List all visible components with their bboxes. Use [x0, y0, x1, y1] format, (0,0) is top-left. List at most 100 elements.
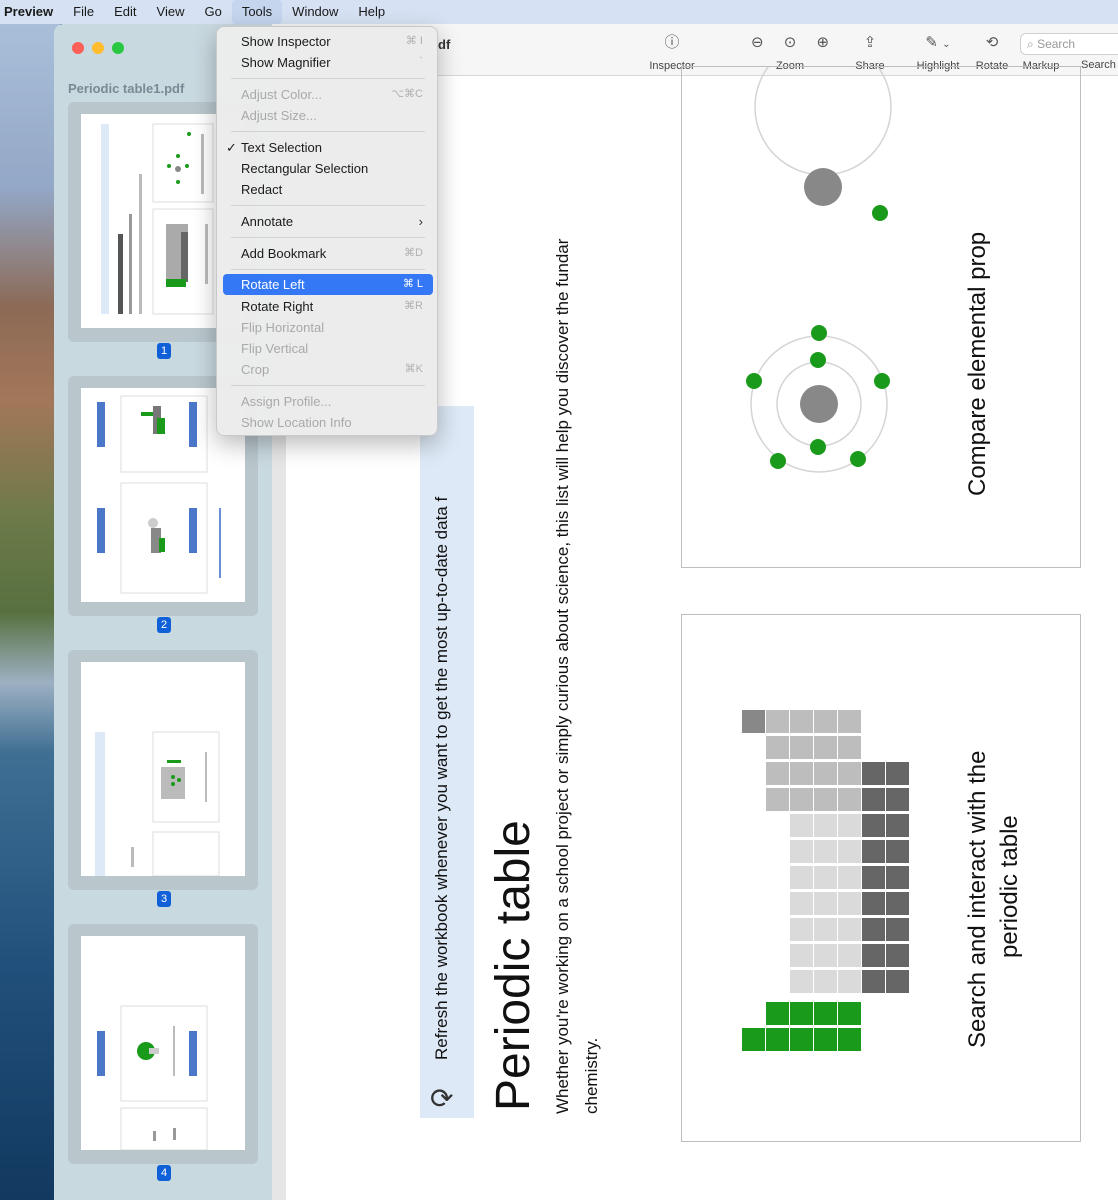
page-intro-line-2: chemistry.: [582, 1037, 601, 1114]
rotate-left-label: Rotate Left: [241, 277, 305, 292]
menu-item-flip-horizontal: Flip Horizontal: [223, 317, 433, 338]
redact-label: Redact: [241, 182, 283, 197]
menu-separator: [231, 78, 425, 79]
menu-item-show-magnifier[interactable]: Show Magnifier `: [223, 52, 433, 73]
menu-separator: [231, 205, 425, 206]
menu-window[interactable]: Window: [282, 0, 348, 24]
tools-menu: Show Inspector ⌘ I Show Magnifier ` Adju…: [216, 26, 438, 436]
menu-item-redact[interactable]: Redact: [223, 179, 433, 200]
page-number-4: 4: [157, 1165, 171, 1181]
search-placeholder: Search: [1037, 37, 1076, 51]
zoom-in-icon[interactable]: ⊕: [816, 34, 829, 51]
zoom-window-button[interactable]: [112, 42, 124, 54]
menu-separator: [231, 269, 425, 270]
search-card-title-line-2: periodic table: [996, 815, 1023, 958]
add-bookmark-label: Add Bookmark: [241, 246, 327, 261]
chevron-down-icon[interactable]: ⌄: [942, 39, 950, 50]
checkmark-icon: ✓: [226, 140, 237, 155]
adjust-color-shortcut: ⌥⌘C: [391, 88, 423, 100]
show-inspector-shortcut: ⌘ I: [405, 35, 423, 47]
zoom-fit-icon[interactable]: ⊙: [784, 34, 797, 51]
menu-item-show-inspector[interactable]: Show Inspector ⌘ I: [223, 31, 433, 52]
menu-item-rectangular-selection[interactable]: Rectangular Selection: [223, 158, 433, 179]
compare-card-title: Compare elemental prop: [964, 231, 991, 496]
refresh-banner-text: Refresh the workbook whenever you want t…: [432, 496, 451, 1060]
search-icon: ⌕: [1027, 37, 1034, 51]
menu-tools[interactable]: Tools: [231, 0, 283, 24]
page-number-1: 1: [157, 343, 171, 359]
menu-item-annotate[interactable]: Annotate ›: [223, 211, 433, 232]
menu-bar: Preview File Edit View Go Tools Window H…: [0, 0, 1118, 24]
menu-item-crop: Crop ⌘K: [223, 359, 433, 380]
share-button[interactable]: ⇪ Share: [850, 24, 890, 72]
annotate-label: Annotate: [241, 214, 294, 229]
show-magnifier-shortcut: `: [419, 56, 423, 68]
menu-item-assign-profile: Assign Profile...: [223, 391, 433, 412]
menu-item-add-bookmark[interactable]: Add Bookmark ⌘D: [223, 243, 433, 264]
rotate-right-shortcut: ⌘R: [404, 300, 423, 312]
menu-help[interactable]: Help: [348, 0, 395, 24]
page-number-2: 2: [157, 617, 171, 633]
refresh-icon: ⟳: [430, 1083, 454, 1114]
menu-item-text-selection[interactable]: ✓ Text Selection: [223, 137, 433, 158]
page-thumbnail-4[interactable]: [68, 924, 258, 1164]
atom-diagrams: [746, 67, 892, 473]
menu-file[interactable]: File: [63, 0, 104, 24]
flip-vertical-label: Flip Vertical: [241, 341, 309, 356]
menu-separator: [231, 385, 425, 386]
menu-item-rotate-right[interactable]: Rotate Right ⌘R: [223, 296, 433, 317]
preview-window: Periodic table1.pdf 1 2 3 4 df ⓘ Inspect…: [54, 24, 1118, 1200]
chevron-right-icon: ›: [418, 214, 423, 229]
menu-item-adjust-color: Adjust Color... ⌥⌘C: [223, 84, 433, 105]
minimize-button[interactable]: [92, 42, 104, 54]
rotate-left-shortcut: ⌘ L: [402, 278, 423, 290]
share-icon: ⇪: [863, 34, 877, 51]
menu-item-flip-vertical: Flip Vertical: [223, 338, 433, 359]
menu-separator: [231, 131, 425, 132]
zoom-controls: ⊖ ⊙ ⊕ Zoom: [734, 24, 846, 72]
adjust-size-label: Adjust Size...: [241, 108, 317, 123]
page-3-preview: [81, 662, 245, 876]
add-bookmark-shortcut: ⌘D: [404, 247, 423, 259]
rotate-icon: ⟲: [985, 34, 999, 51]
inspector-button[interactable]: ⓘ Inspector: [646, 24, 698, 72]
compare-elements-card[interactable]: [681, 66, 1081, 568]
menu-view[interactable]: View: [147, 0, 195, 24]
page-intro-line-1: Whether you're working on a school proje…: [553, 238, 572, 1114]
page-number-3: 3: [157, 891, 171, 907]
assign-profile-label: Assign Profile...: [241, 394, 332, 409]
show-location-info-label: Show Location Info: [241, 415, 352, 430]
text-selection-label: Text Selection: [241, 140, 322, 155]
crop-label: Crop: [241, 362, 270, 377]
window-controls: [72, 42, 124, 54]
page-3-graphic: [95, 731, 220, 876]
adjust-color-label: Adjust Color...: [241, 87, 322, 102]
menu-item-rotate-left[interactable]: Rotate Left ⌘ L: [223, 274, 433, 295]
zoom-icons: ⊖ ⊙ ⊕: [734, 30, 846, 56]
desktop-wallpaper: [0, 24, 60, 1200]
highlight-button[interactable]: ✎ ⌄ Highlight: [908, 24, 968, 72]
sidebar-document-name: Periodic table1.pdf: [68, 81, 185, 96]
page-thumbnail-3[interactable]: [68, 650, 258, 890]
search-input[interactable]: ⌕ Search: [1020, 33, 1118, 55]
menu-app-preview[interactable]: Preview: [0, 0, 63, 24]
zoom-out-icon[interactable]: ⊖: [751, 34, 764, 51]
menu-go[interactable]: Go: [194, 0, 231, 24]
crop-shortcut: ⌘K: [404, 363, 423, 375]
menu-separator: [231, 237, 425, 238]
menu-item-adjust-size: Adjust Size...: [223, 105, 433, 126]
show-inspector-label: Show Inspector: [241, 34, 331, 49]
search-card-title-line-1: Search and interact with the: [964, 750, 991, 1048]
rotate-right-label: Rotate Right: [241, 299, 314, 314]
show-magnifier-label: Show Magnifier: [241, 55, 331, 70]
page-title: Periodic table: [487, 820, 540, 1111]
search-label: Search: [1081, 59, 1116, 71]
rectangular-selection-label: Rectangular Selection: [241, 161, 369, 176]
menu-item-show-location-info: Show Location Info: [223, 412, 433, 433]
highlight-pen-icon: ✎ ⌄: [925, 34, 951, 51]
close-button[interactable]: [72, 42, 84, 54]
page-4-graphic: [97, 1005, 208, 1150]
rotate-button[interactable]: ⟲ Rotate: [972, 24, 1012, 72]
menu-edit[interactable]: Edit: [104, 0, 146, 24]
window-title: df: [438, 37, 451, 52]
